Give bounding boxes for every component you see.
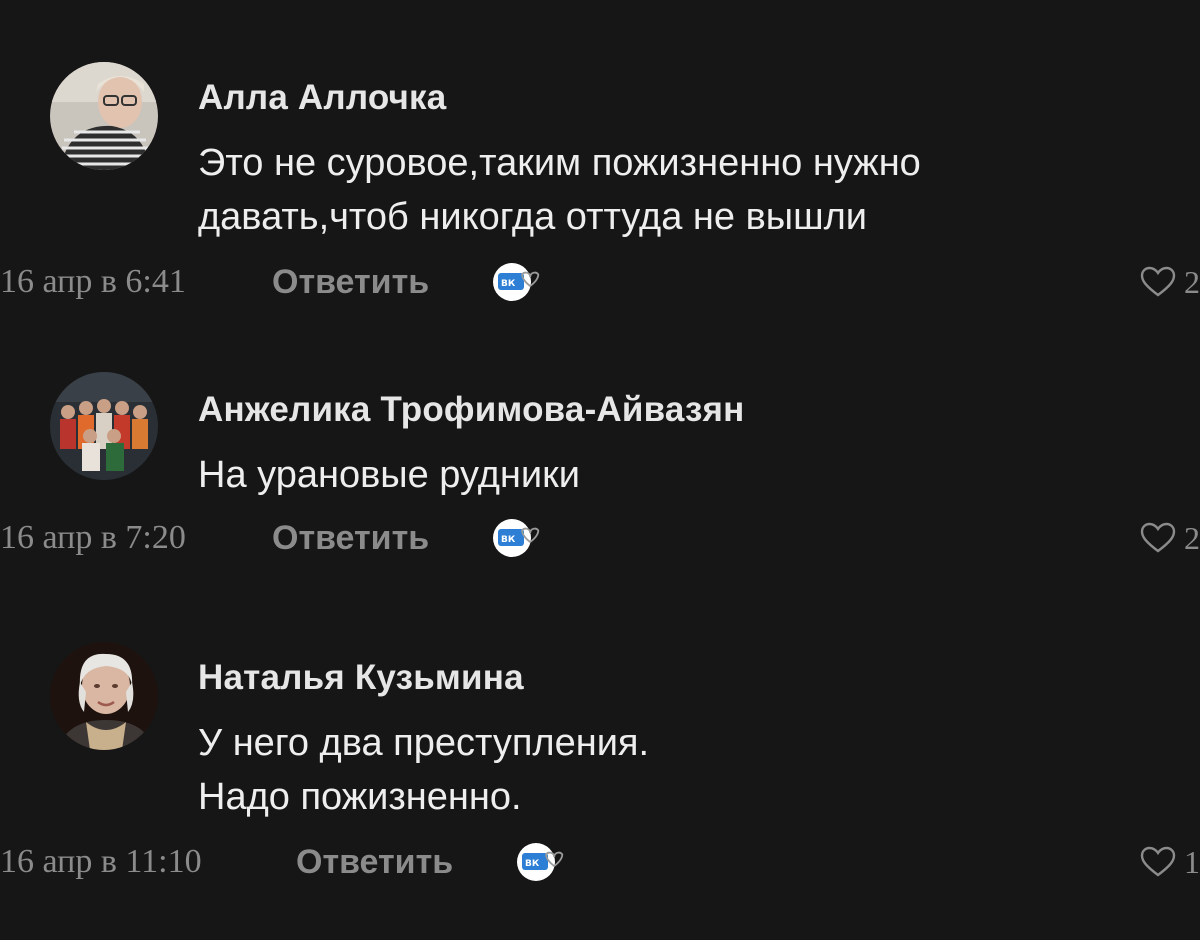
svg-text:ВК: ВК bbox=[501, 279, 516, 289]
comment-author[interactable]: Анжелика Трофимова-Айвазян bbox=[198, 390, 1160, 430]
like-button[interactable]: 1 bbox=[1140, 842, 1200, 882]
comment-text: Это не суровое,таким пожизненно нужно да… bbox=[198, 136, 1160, 244]
vk-badge-icon[interactable]: ВК bbox=[490, 262, 542, 302]
comment-meta: 16 апр в 11:10 Ответить ВК 1 bbox=[0, 842, 1200, 882]
comment-author[interactable]: Алла Аллочка bbox=[198, 78, 1160, 118]
heart-icon bbox=[1140, 522, 1176, 553]
reply-button[interactable]: Ответить bbox=[272, 262, 429, 302]
comment-text-line: давать,чтоб никогда оттуда не вышли bbox=[198, 196, 867, 238]
comment-text-line: Это не суровое,таким пожизненно нужно bbox=[198, 142, 921, 184]
like-button[interactable]: 2 bbox=[1140, 518, 1200, 558]
like-count: 2 bbox=[1184, 264, 1200, 300]
svg-text:ВК: ВК bbox=[525, 859, 540, 869]
comment-text: На урановые рудники bbox=[198, 448, 1160, 502]
comments-page: Алла Аллочка Это не суровое,таким пожизн… bbox=[0, 0, 1200, 940]
comment-meta: 16 апр в 7:20 Ответить ВК 2 bbox=[0, 518, 1200, 558]
avatar[interactable] bbox=[50, 642, 158, 750]
comment-author[interactable]: Наталья Кузьмина bbox=[198, 658, 1160, 698]
comment-meta: 16 апр в 6:41 Ответить ВК 2 bbox=[0, 262, 1200, 302]
svg-text:ВК: ВК bbox=[501, 535, 516, 545]
comment-text-line: У него два преступления. bbox=[198, 722, 650, 764]
like-count: 1 bbox=[1184, 844, 1200, 880]
comment-text: У него два преступления. Надо пожизненно… bbox=[198, 716, 1160, 824]
heart-icon bbox=[1140, 846, 1176, 877]
comment-date[interactable]: 16 апр в 6:41 bbox=[0, 262, 186, 302]
like-button[interactable]: 2 bbox=[1140, 262, 1200, 302]
vk-badge-icon[interactable]: ВК bbox=[514, 842, 566, 882]
avatar[interactable] bbox=[50, 62, 158, 170]
comment-date[interactable]: 16 апр в 11:10 bbox=[0, 842, 202, 882]
avatar[interactable] bbox=[50, 372, 158, 480]
comment-text-line: На урановые рудники bbox=[198, 454, 580, 496]
vk-badge-icon[interactable]: ВК bbox=[490, 518, 542, 558]
reply-button[interactable]: Ответить bbox=[296, 842, 453, 882]
comment-text-line: Надо пожизненно. bbox=[198, 776, 522, 818]
reply-button[interactable]: Ответить bbox=[272, 518, 429, 558]
like-count: 2 bbox=[1184, 520, 1200, 556]
heart-icon bbox=[1140, 266, 1176, 297]
comment-date[interactable]: 16 апр в 7:20 bbox=[0, 518, 186, 558]
